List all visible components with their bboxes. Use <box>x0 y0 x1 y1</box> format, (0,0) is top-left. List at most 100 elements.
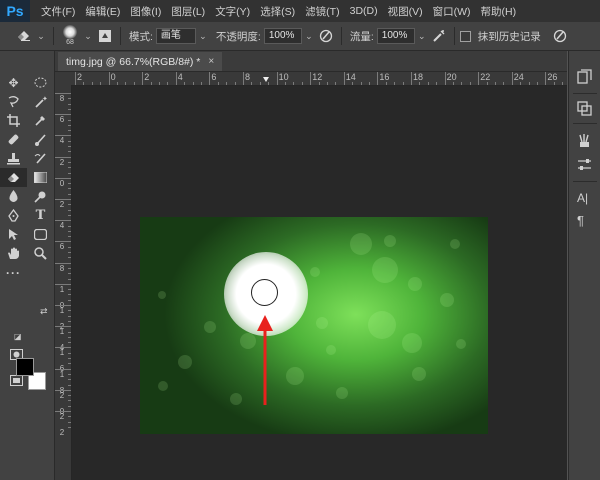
erase-to-history-checkbox[interactable] <box>459 30 471 42</box>
menu-image[interactable]: 图像(I) <box>125 4 166 19</box>
crop-icon[interactable] <box>0 111 27 130</box>
ruler-tick <box>335 82 337 85</box>
brush-settings-icon[interactable] <box>95 26 115 46</box>
default-colors-icon[interactable]: ◪ <box>14 332 22 341</box>
menu-filter[interactable]: 滤镜(T) <box>300 4 344 19</box>
blur-icon[interactable] <box>0 187 27 206</box>
marquee-icon[interactable] <box>27 73 54 92</box>
gradient-icon[interactable] <box>27 168 54 187</box>
document-tab[interactable]: timg.jpg @ 66.7%(RGB/8#) * × <box>58 52 223 71</box>
magic-wand-icon[interactable]: ✦ <box>27 92 54 111</box>
ruler-tick <box>251 82 253 85</box>
bokeh-spot <box>158 381 168 391</box>
screen-mode-icon[interactable] <box>10 375 23 389</box>
move-icon[interactable]: ✥ <box>0 73 27 92</box>
brush-size-value: 68 <box>66 39 74 46</box>
ruler-tick <box>55 241 71 243</box>
document-image[interactable] <box>140 217 488 434</box>
brush-icon[interactable] <box>27 130 54 149</box>
ruler-tick <box>520 82 522 85</box>
ruler-tick <box>268 82 270 85</box>
ruler-tick <box>318 82 320 85</box>
ruler-tick <box>108 72 110 85</box>
ruler-label: 24 <box>513 72 524 82</box>
close-icon[interactable]: × <box>208 56 214 67</box>
svg-text:✦: ✦ <box>42 95 47 103</box>
airbrush-icon[interactable] <box>429 26 449 46</box>
shape-icon[interactable] <box>27 225 54 244</box>
foreground-color-swatch[interactable] <box>16 358 34 376</box>
channels-icon[interactable] <box>577 101 592 119</box>
menu-select[interactable]: 选择(S) <box>255 4 300 19</box>
ruler-origin[interactable] <box>55 72 72 85</box>
brush-tip-preview <box>63 25 77 39</box>
flow-label: 流量: <box>349 30 374 43</box>
menu-view[interactable]: 视图(V) <box>383 4 428 19</box>
type-icon[interactable]: T <box>27 206 54 225</box>
adjustments-icon[interactable] <box>577 157 592 175</box>
size-pressure-icon[interactable] <box>550 26 570 46</box>
eraser-icon[interactable] <box>0 168 27 187</box>
path-select-icon[interactable] <box>0 225 27 244</box>
eyedropper-icon[interactable] <box>27 111 54 130</box>
ruler-tick <box>68 103 71 105</box>
history-brush-icon[interactable] <box>27 149 54 168</box>
opacity-pressure-icon[interactable] <box>316 26 336 46</box>
menu-help[interactable]: 帮助(H) <box>476 4 522 19</box>
ruler-tick <box>68 315 71 317</box>
ruler-tick <box>55 135 71 137</box>
bokeh-spot <box>286 367 304 385</box>
photoshop-logo: Ps <box>0 0 30 22</box>
options-bar: ⌄ 68 ⌄ 模式: 画笔 ⌄ 不透明度: 100% ⌄ 流量: 100% ⌄ … <box>0 22 600 51</box>
history-icon[interactable] <box>577 69 592 87</box>
ruler-tick <box>68 209 71 211</box>
swap-colors-icon[interactable]: ⇄ <box>40 306 48 317</box>
vertical-ruler[interactable]: 8642024681 01 21 41 61 82 02 2 <box>55 85 72 480</box>
ruler-tick <box>68 421 71 423</box>
brush-preset-picker[interactable]: 68 <box>63 25 77 47</box>
stamp-icon[interactable] <box>0 149 27 168</box>
ruler-tick <box>55 326 71 328</box>
menu-layer[interactable]: 图层(L) <box>166 4 210 19</box>
ruler-label: 8 <box>59 94 65 103</box>
ruler-tick <box>68 151 71 153</box>
hand-icon[interactable] <box>0 244 27 263</box>
mode-select[interactable]: 画笔 <box>155 28 196 44</box>
flow-input[interactable]: 100% <box>376 28 415 44</box>
menu-type[interactable]: 文字(Y) <box>210 4 255 19</box>
dodge-icon[interactable] <box>27 187 54 206</box>
ruler-tick <box>276 72 278 85</box>
more-icon[interactable]: ··· <box>0 263 27 282</box>
menu-edit[interactable]: 编辑(E) <box>80 4 125 19</box>
ruler-tick <box>545 72 547 85</box>
mode-dropdown-icon[interactable]: ⌄ <box>196 28 210 44</box>
ruler-tick <box>68 167 71 169</box>
bokeh-spot <box>230 393 242 405</box>
ruler-tick <box>91 82 93 85</box>
ruler-tick <box>360 82 362 85</box>
menu-file[interactable]: 文件(F) <box>36 4 80 19</box>
ruler-tick <box>184 82 186 85</box>
menu-window[interactable]: 窗口(W) <box>428 4 476 19</box>
menu-3d[interactable]: 3D(D) <box>345 5 383 17</box>
pen-icon[interactable] <box>0 206 27 225</box>
flow-dropdown-icon[interactable]: ⌄ <box>415 28 429 44</box>
ruler-tick <box>469 82 471 85</box>
tool-preset-dropdown[interactable]: ⌄ <box>34 28 48 44</box>
eraser-icon[interactable] <box>14 26 34 46</box>
opacity-input[interactable]: 100% <box>263 28 302 44</box>
zoom-icon[interactable] <box>27 244 54 263</box>
horizontal-ruler[interactable]: 2 0 2 4 6 8 10 12 14 16 18 20 22 24 26 <box>72 72 567 86</box>
opacity-dropdown-icon[interactable]: ⌄ <box>302 28 316 44</box>
lasso-icon[interactable] <box>0 92 27 111</box>
panel-dock: A| ¶ <box>568 51 600 480</box>
brushes-icon[interactable] <box>577 133 592 151</box>
paragraph-icon[interactable]: ¶ <box>577 213 584 228</box>
options-separator <box>53 27 54 45</box>
ruler-tick <box>68 395 71 397</box>
ruler-label: 26 <box>547 72 558 82</box>
healing-icon[interactable] <box>0 130 27 149</box>
brush-preset-dropdown[interactable]: ⌄ <box>81 28 95 44</box>
ruler-label: 0 <box>110 72 116 82</box>
character-icon[interactable]: A| <box>577 191 588 205</box>
